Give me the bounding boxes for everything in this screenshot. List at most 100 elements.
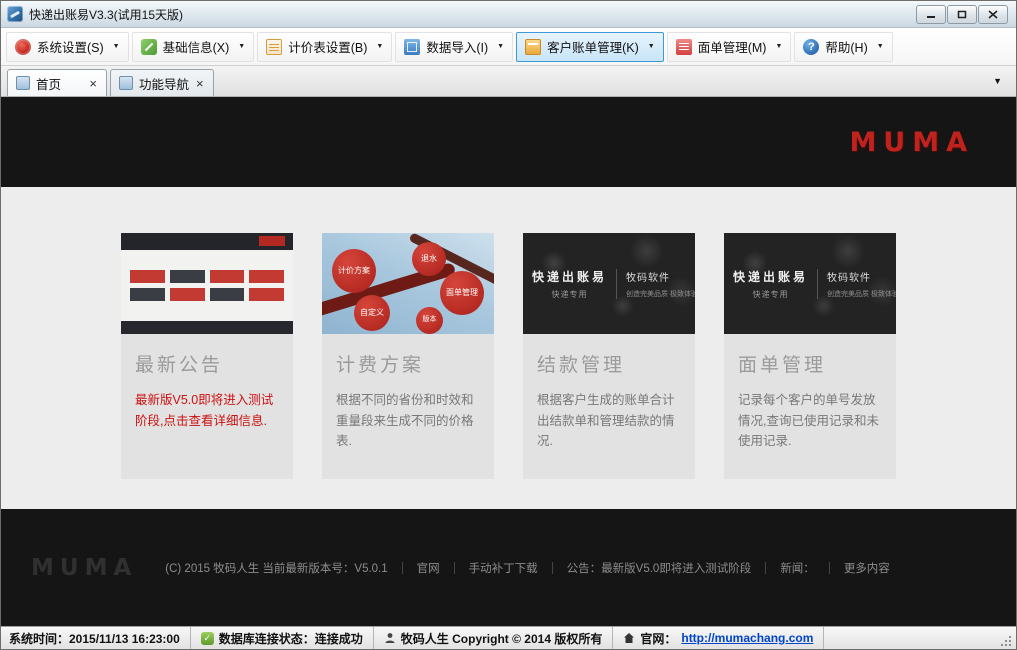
- card-announcements[interactable]: 最新公告 最新版V5.0即将进入测试阶段,点击查看详细信息.: [121, 233, 293, 479]
- titlebar: 快递出账易V3.3(试用15天版): [1, 1, 1016, 28]
- db-ok-icon: ✓: [201, 632, 214, 645]
- card-pricing[interactable]: 计价方案 退水 自定义 面单管理 版本 计费方案 根据不同的省份和时效和重量段来…: [322, 233, 494, 479]
- thumb-header: [121, 233, 293, 250]
- footer-copyright: (C) 2015 牧码人生 当前最新版本号：V5.0.1: [165, 560, 387, 576]
- tab-list-arrow-icon[interactable]: ▼: [985, 76, 1010, 90]
- divider: [829, 562, 830, 574]
- announcement-link-text[interactable]: 最新版V5.0即将进入测试阶段,点击查看详细信息.: [135, 390, 279, 431]
- badge: 面单管理: [440, 271, 484, 315]
- home-icon: [623, 632, 635, 644]
- brand-sub: 快递专用: [733, 289, 808, 300]
- card-title: 最新公告: [135, 350, 279, 377]
- menu-label: 面单管理(M): [698, 37, 767, 56]
- card-body: 面单管理 记录每个客户的单号发放情况,查询已使用记录和未使用记录.: [724, 334, 896, 479]
- maximize-button[interactable]: [947, 5, 977, 24]
- chevron-down-icon: ▼: [775, 43, 782, 50]
- page-icon: [119, 76, 133, 90]
- muma-footer-logo: MUMA: [31, 555, 137, 581]
- menu-customer-billing[interactable]: 客户账单管理(K) ▼: [516, 32, 664, 62]
- chevron-down-icon: ▼: [113, 43, 120, 50]
- feature-cards: 最新公告 最新版V5.0即将进入测试阶段,点击查看详细信息. 计价方案 退水 自…: [1, 187, 1016, 509]
- copyright-text: 牧码人生 Copyright © 2014 版权所有: [401, 630, 603, 647]
- app-window: 快递出账易V3.3(试用15天版) 系统设置(S) ▼ 基础信息(X) ▼ 计价…: [0, 0, 1017, 650]
- menu-label: 基础信息(X): [163, 37, 230, 56]
- muma-logo: MUMA: [849, 127, 974, 158]
- status-system-time: 系统时间：2015/11/13 16:23:00: [3, 627, 191, 649]
- status-copyright: 牧码人生 Copyright © 2014 版权所有: [374, 627, 614, 649]
- card-waybill[interactable]: 快递出账易 快递专用 牧码软件 创造完美品质 极致体验 面单管理 记录每个客户的…: [724, 233, 896, 479]
- settings-icon: [15, 39, 31, 55]
- app-icon: [7, 6, 23, 22]
- footer-link-website[interactable]: 官网: [417, 560, 440, 576]
- menu-system-settings[interactable]: 系统设置(S) ▼: [6, 32, 129, 62]
- divider: [402, 562, 403, 574]
- brand-sub: 快递专用: [532, 289, 607, 300]
- card-text: 记录每个客户的单号发放情况,查询已使用记录和未使用记录.: [738, 390, 882, 452]
- chevron-down-icon: ▼: [648, 43, 655, 50]
- menu-label: 系统设置(S): [37, 37, 104, 56]
- chevron-down-icon: ▼: [376, 43, 383, 50]
- tab-label: 功能导航: [139, 74, 189, 93]
- window-title: 快递出账易V3.3(试用15天版): [29, 6, 916, 23]
- footer-link-patch-download[interactable]: 手动补丁下载: [469, 560, 538, 576]
- chevron-down-icon: ▼: [238, 43, 245, 50]
- edit-icon: [141, 39, 157, 55]
- card-title: 计费方案: [336, 350, 480, 377]
- card-settlement[interactable]: 快递出账易 快递专用 牧码软件 创造完美品质 极致体验 结款管理 根据客户生成的…: [523, 233, 695, 479]
- badge: 计价方案: [332, 249, 376, 293]
- brand-company: 牧码软件: [626, 269, 695, 284]
- tab-close-icon[interactable]: ×: [88, 77, 98, 90]
- statusbar: 系统时间：2015/11/13 16:23:00 ✓ 数据库连接状态：连接成功 …: [1, 626, 1016, 649]
- announcement-thumbnail: [121, 233, 293, 334]
- banner-footer: MUMA (C) 2015 牧码人生 当前最新版本号：V5.0.1 官网 手动补…: [1, 509, 1016, 626]
- card-text: 根据不同的省份和时效和重量段来生成不同的价格表.: [336, 390, 480, 452]
- billing-icon: [525, 39, 541, 55]
- brand-name: 快递出账易: [532, 268, 607, 285]
- chevron-down-icon: ▼: [877, 43, 884, 50]
- page-icon: [16, 76, 30, 90]
- brand-thumbnail: 快递出账易 快递专用 牧码软件 创造完美品质 极致体验: [724, 233, 896, 334]
- card-body: 计费方案 根据不同的省份和时效和重量段来生成不同的价格表.: [322, 334, 494, 479]
- tab-home[interactable]: 首页 ×: [7, 69, 107, 96]
- card-body: 结款管理 根据客户生成的账单合计出结款单和管理结款的情况.: [523, 334, 695, 479]
- brand-slogan: 创造完美品质 极致体验: [827, 289, 896, 299]
- menu-price-table[interactable]: 计价表设置(B) ▼: [257, 32, 392, 62]
- menu-help[interactable]: ? 帮助(H) ▼: [794, 32, 892, 62]
- system-time-text: 系统时间：2015/11/13 16:23:00: [9, 630, 180, 647]
- brand-slogan: 创造完美品质 极致体验: [626, 289, 695, 299]
- brand-name: 快递出账易: [733, 268, 808, 285]
- resize-grip[interactable]: [999, 634, 1012, 647]
- menubar: 系统设置(S) ▼ 基础信息(X) ▼ 计价表设置(B) ▼ 数据导入(I) ▼…: [1, 28, 1016, 66]
- menu-data-import[interactable]: 数据导入(I) ▼: [395, 32, 513, 62]
- thumb-rows: [121, 250, 293, 321]
- minimize-button[interactable]: [916, 5, 946, 24]
- pricing-thumbnail: 计价方案 退水 自定义 面单管理 版本: [322, 233, 494, 334]
- price-table-icon: [266, 39, 282, 55]
- window-controls: [916, 5, 1008, 24]
- website-link[interactable]: http://mumachang.com: [681, 631, 813, 645]
- tab-function-nav[interactable]: 功能导航 ×: [110, 69, 214, 96]
- footer-announcement[interactable]: 公告：最新版V5.0即将进入测试阶段: [567, 560, 752, 576]
- tabbar: 首页 × 功能导航 × ▼: [1, 66, 1016, 97]
- tab-close-icon[interactable]: ×: [195, 77, 205, 90]
- card-title: 面单管理: [738, 350, 882, 377]
- status-db-connection: ✓ 数据库连接状态：连接成功: [191, 627, 374, 649]
- close-button[interactable]: [978, 5, 1008, 24]
- menu-basic-info[interactable]: 基础信息(X) ▼: [132, 32, 255, 62]
- banner-top: MUMA: [1, 97, 1016, 187]
- menu-waybill[interactable]: 面单管理(M) ▼: [667, 32, 792, 62]
- brand-thumbnail: 快递出账易 快递专用 牧码软件 创造完美品质 极致体验: [523, 233, 695, 334]
- footer-more[interactable]: 更多内容: [844, 560, 890, 576]
- divider: [765, 562, 766, 574]
- card-body: 最新公告 最新版V5.0即将进入测试阶段,点击查看详细信息.: [121, 334, 293, 479]
- footer-news[interactable]: 新闻：: [780, 560, 815, 576]
- status-website: 官网： http://mumachang.com: [613, 627, 824, 649]
- brand-company: 牧码软件: [827, 269, 896, 284]
- divider: [552, 562, 553, 574]
- statusbar-filler: [824, 627, 1014, 649]
- website-label: 官网：: [640, 630, 676, 647]
- help-icon: ?: [803, 39, 819, 55]
- card-text: 根据客户生成的账单合计出结款单和管理结款的情况.: [537, 390, 681, 452]
- import-icon: [404, 39, 420, 55]
- thumb-footer: [121, 321, 293, 334]
